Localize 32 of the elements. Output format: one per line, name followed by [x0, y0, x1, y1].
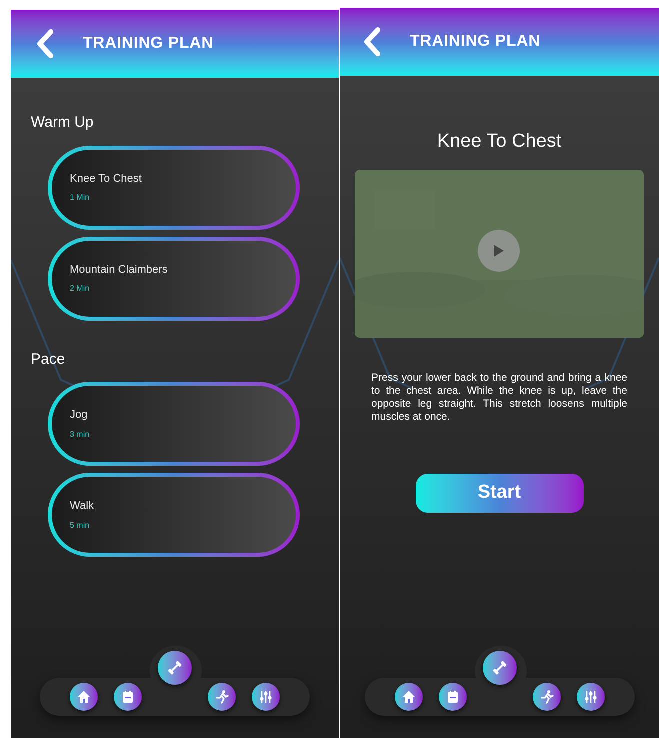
exercise-duration: 2 Min [70, 283, 91, 296]
exercise-card[interactable]: Walk 5 min [48, 473, 300, 557]
exercise-name: Walk [70, 499, 96, 514]
calendar-icon [121, 690, 135, 704]
home-icon [402, 690, 416, 704]
screen-title: TRAINING PLAN [410, 32, 541, 52]
runner-icon [215, 690, 229, 704]
calendar-icon [446, 690, 460, 704]
exercise-card[interactable]: Jog 3 min [48, 382, 300, 466]
screen-title: TRAINING PLAN [83, 34, 214, 54]
exercise-title: Knee To Chest [437, 130, 562, 154]
exercise-card[interactable]: Mountain Claimbers 2 Min [48, 236, 300, 320]
sliders-icon [584, 690, 598, 704]
home-icon [77, 690, 91, 704]
back-icon [363, 27, 381, 57]
section-title: Pace [31, 350, 66, 370]
exercise-duration: 1 Min [70, 192, 91, 204]
exercise-duration: 3 min [70, 428, 91, 441]
start-button[interactable]: Start [416, 474, 584, 512]
dumbbell-icon [166, 659, 184, 677]
play-icon [493, 244, 505, 258]
exercise-name: Mountain Claimbers [70, 262, 169, 278]
exercise-card[interactable]: Knee To Chest 1 Min [48, 146, 300, 230]
sliders-icon [259, 690, 273, 704]
exercise-description: Press your lower back to the ground and bring a knee to the chest area. While the knee is up, leave the opposite leg straight. This stretch loosens multiple muscles at once. [372, 372, 628, 424]
back-icon [36, 29, 54, 59]
exercise-name: Jog [70, 408, 89, 424]
section-title: Warm Up [31, 113, 95, 133]
runner-icon [540, 690, 554, 704]
dumbbell-icon [490, 659, 508, 677]
exercise-duration: 5 min [70, 520, 91, 532]
exercise-name: Knee To Chest [70, 172, 143, 187]
